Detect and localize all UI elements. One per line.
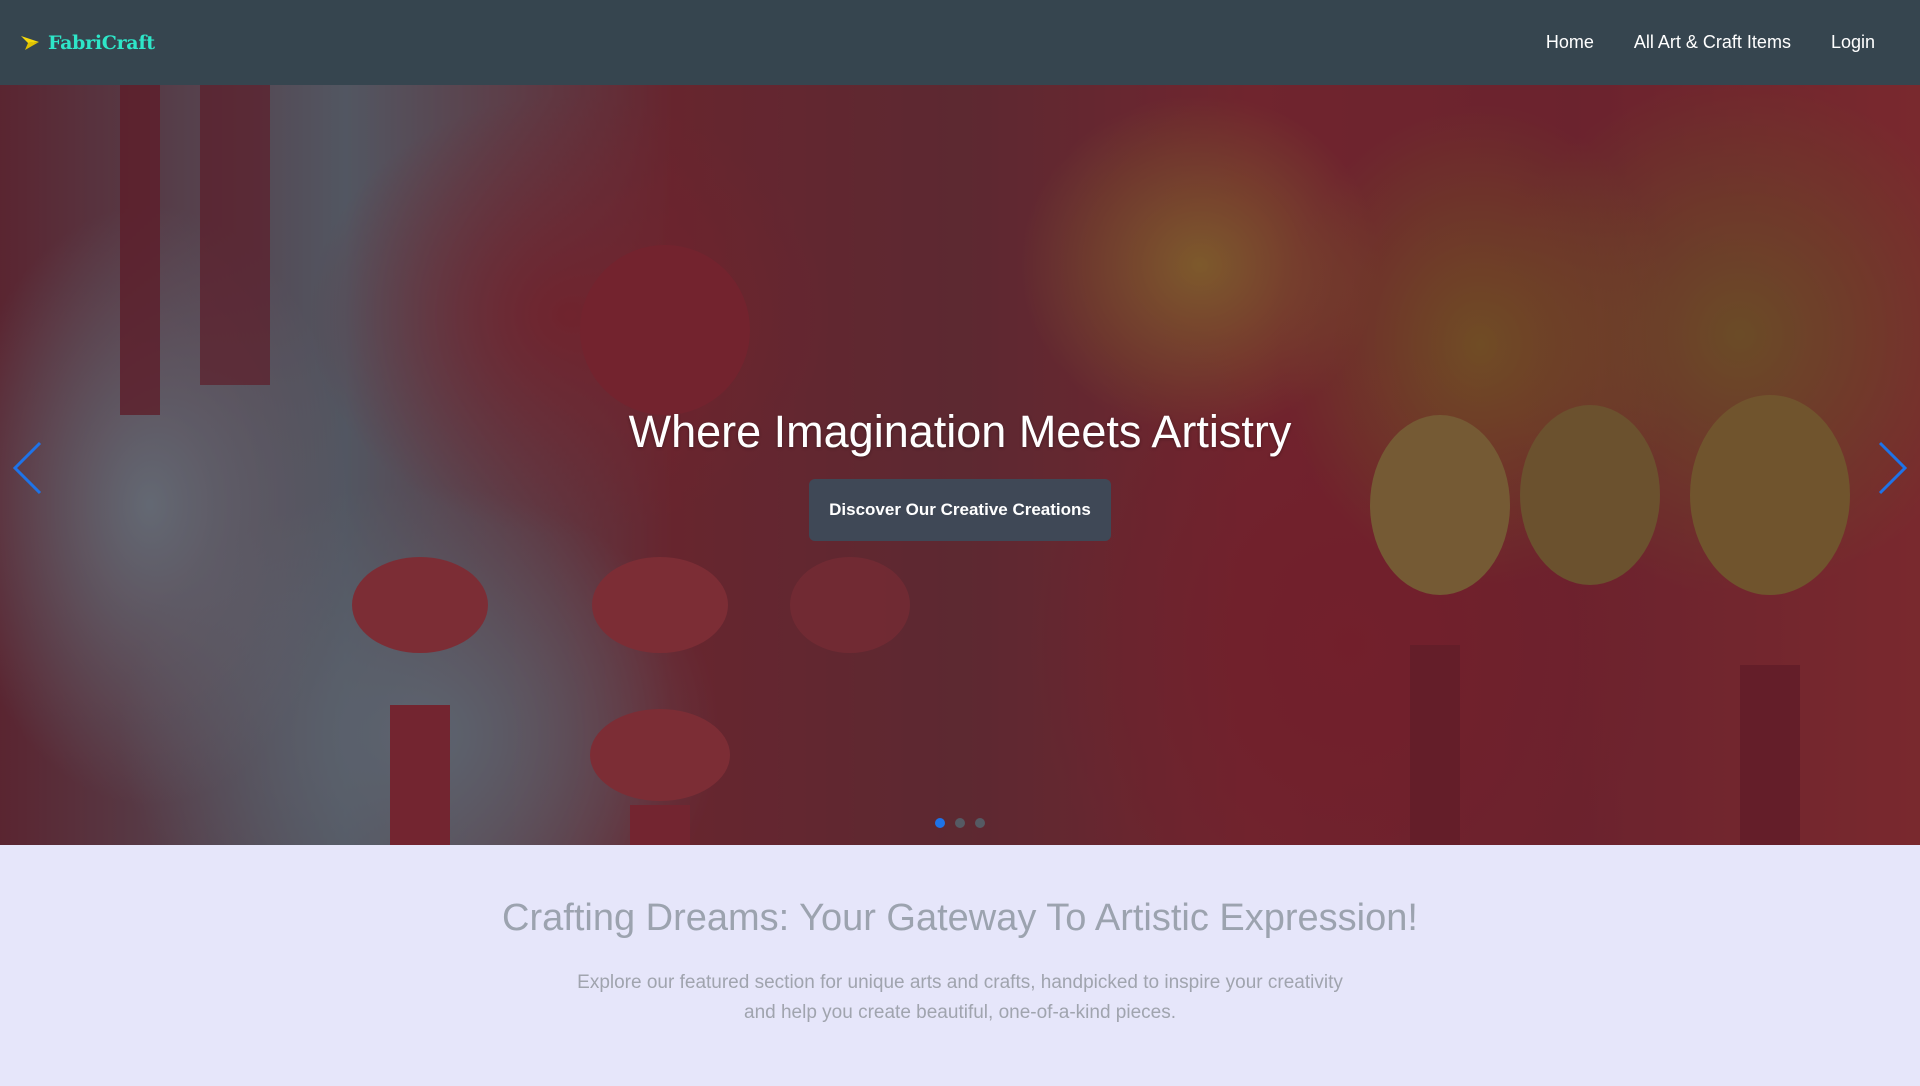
chevron-right-icon [1878, 441, 1908, 495]
discover-button[interactable]: Discover Our Creative Creations [809, 478, 1111, 541]
hero-carousel: Where Imagination Meets Artistry Discove… [0, 85, 1920, 845]
brand-name: FabriCraft [48, 31, 155, 54]
top-navbar: FabriCraft Home All Art & Craft Items Lo… [0, 0, 1920, 85]
featured-description-line-1: Explore our featured section for unique … [577, 972, 1343, 993]
carousel-dot-1[interactable] [935, 818, 945, 828]
carousel-prev-button[interactable] [10, 440, 50, 496]
featured-title: Crafting Dreams: Your Gateway To Artisti… [502, 897, 1418, 939]
chevron-left-icon [12, 441, 42, 495]
nav-link-login[interactable]: Login [1831, 32, 1875, 53]
carousel-next-button[interactable] [1870, 440, 1910, 496]
featured-description: Explore our featured section for unique … [550, 968, 1370, 1028]
hero-title: Where Imagination Meets Artistry [628, 406, 1292, 457]
featured-section: Crafting Dreams: Your Gateway To Artisti… [0, 845, 1920, 1086]
carousel-dot-2[interactable] [955, 818, 965, 828]
featured-description-line-2: and help you create beautiful, one-of-a-… [744, 1002, 1176, 1023]
carousel-pagination [0, 818, 1920, 828]
nav-link-home[interactable]: Home [1546, 32, 1594, 53]
paper-plane-icon [20, 34, 40, 52]
brand-logo-link[interactable]: FabriCraft [20, 32, 155, 54]
nav-links: Home All Art & Craft Items Login [1546, 32, 1875, 53]
nav-link-all-items[interactable]: All Art & Craft Items [1634, 32, 1791, 53]
hero-content: Where Imagination Meets Artistry Discove… [0, 407, 1920, 541]
carousel-dot-3[interactable] [975, 818, 985, 828]
